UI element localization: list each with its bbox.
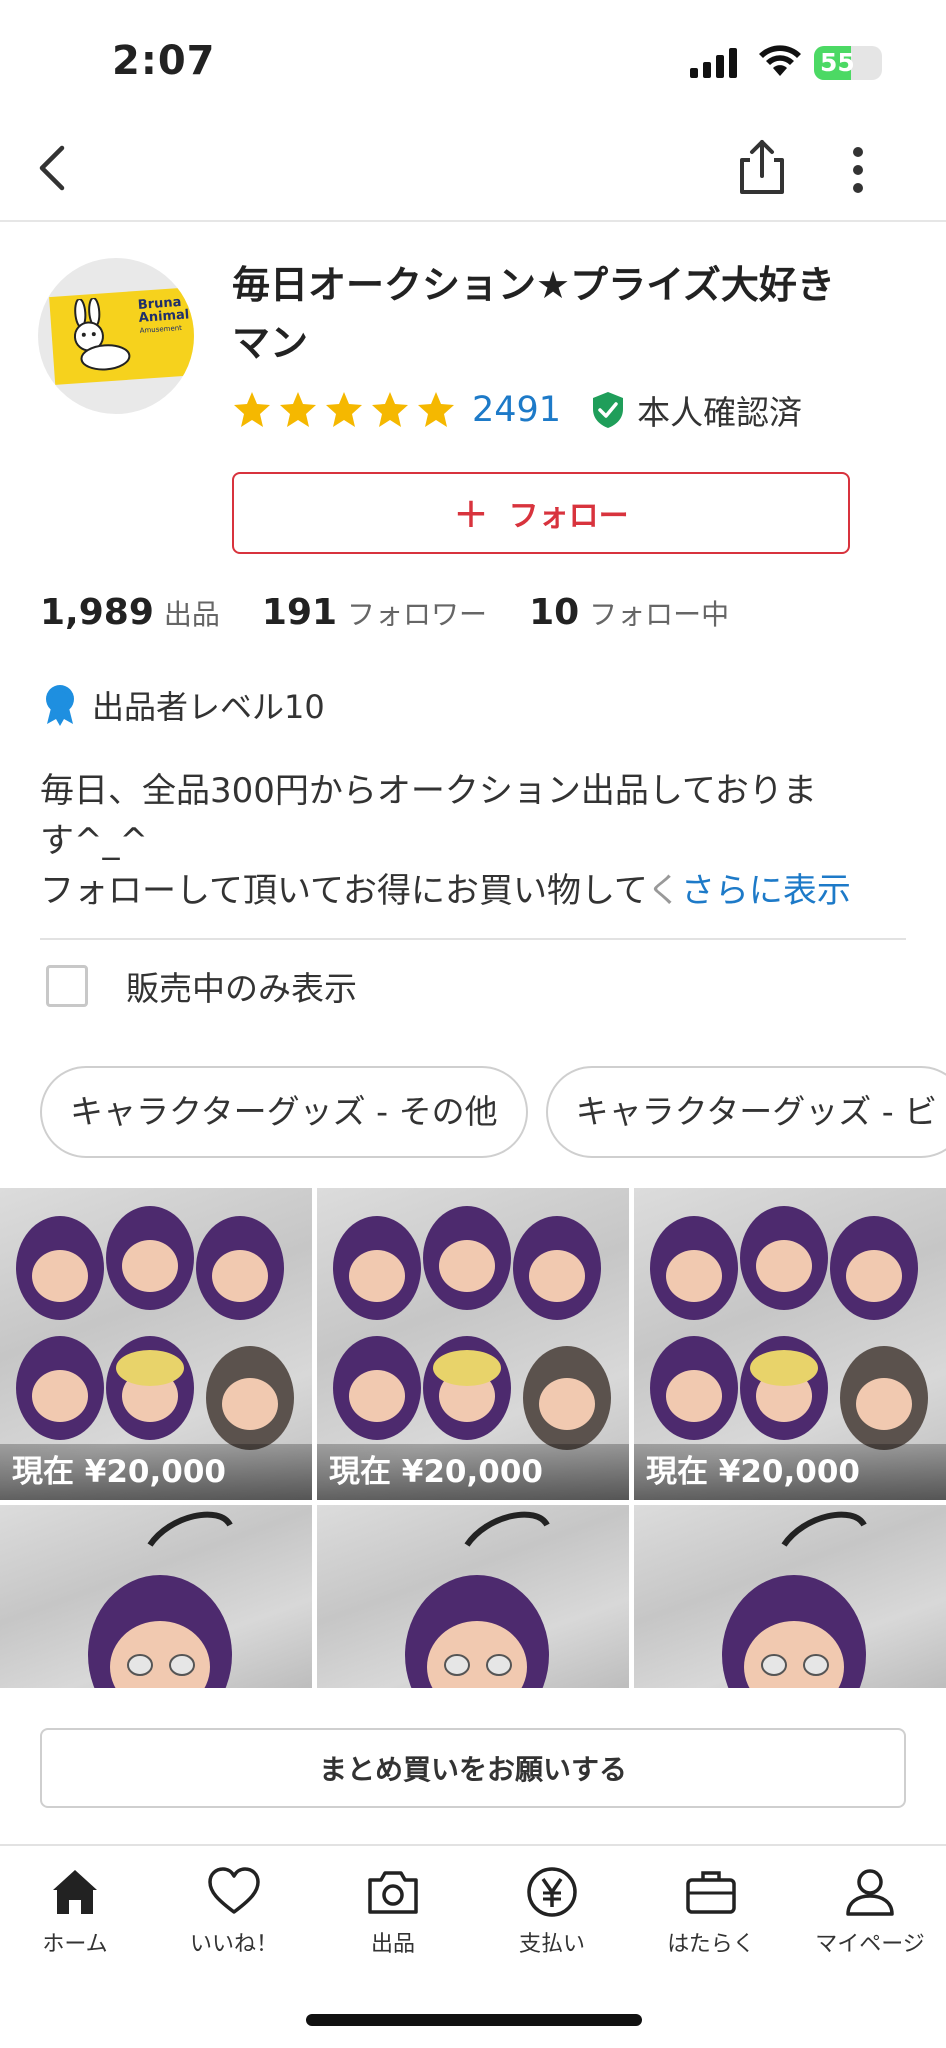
stats-row: 1,989 出品 191 フォロワー 10 フォロー中 <box>40 592 771 644</box>
share-icon[interactable] <box>734 136 790 198</box>
stat-followers[interactable]: 191 フォロワー <box>262 592 487 633</box>
battery-percent: 55 <box>820 48 855 77</box>
cellular-signal-icon <box>690 48 737 78</box>
rating-row[interactable]: 2491 本人確認済 <box>232 386 802 434</box>
shop-name: 毎日オークション★プライズ大好きマン <box>232 263 835 365</box>
item-tile[interactable]: 現在 ¥20,000 <box>0 1188 312 1500</box>
category-chip[interactable]: キャラクターグッズ - その他 <box>40 1066 528 1158</box>
item-photo <box>722 1511 867 1688</box>
plus-icon: + <box>453 488 489 537</box>
star-icon <box>234 392 270 427</box>
description-line: 毎日、全品300円からオークション出品しておりま <box>40 771 817 811</box>
seller-level-label: 出品者レベル10 <box>92 688 325 726</box>
shop-description: 毎日、全品300円からオークション出品しておりま す^_^ フォローして頂いてお… <box>40 766 910 916</box>
more-options-icon[interactable] <box>838 140 878 200</box>
show-more-link[interactable]: さらに表示 <box>681 871 851 911</box>
battery-icon: 55 <box>814 46 882 80</box>
follow-button[interactable]: + フォロー <box>232 472 850 554</box>
item-price: 現在 ¥20,000 <box>634 1444 946 1500</box>
stat-number: 10 <box>529 592 580 633</box>
shield-check-icon <box>593 392 624 428</box>
tab-sell[interactable]: 出品 <box>314 1864 472 1958</box>
stat-label: 出品 <box>163 598 220 631</box>
star-icon <box>326 392 362 427</box>
award-badge-icon <box>46 685 74 726</box>
tab-work[interactable]: はたらく <box>632 1864 790 1958</box>
avatar[interactable]: Bruna Animal Amusement <box>38 258 194 414</box>
on-sale-filter[interactable]: 販売中のみ表示 <box>46 962 357 1010</box>
tab-label: 出品 <box>370 1932 415 1957</box>
item-tile[interactable] <box>634 1505 946 1688</box>
rating-stars <box>232 390 456 430</box>
description-truncation: く <box>646 871 681 911</box>
status-bar: 2:07 55 <box>0 0 946 120</box>
star-icon <box>280 392 316 427</box>
item-price: 現在 ¥20,000 <box>317 1444 629 1500</box>
navigation-bar <box>0 120 946 222</box>
tab-label: 支払い <box>518 1932 585 1957</box>
verified-label: 本人確認済 <box>637 393 803 432</box>
stat-label: フォロワー <box>347 598 488 631</box>
description-line: フォローして頂いてお得にお買い物してくさらに表示 <box>40 866 910 916</box>
tab-label: マイページ <box>815 1932 925 1957</box>
heart-icon <box>208 1867 260 1914</box>
item-photo <box>405 1511 550 1688</box>
home-indicator <box>306 2014 642 2026</box>
item-price: 現在 ¥20,000 <box>0 1444 312 1500</box>
star-icon <box>418 392 454 427</box>
briefcase-icon <box>686 1871 736 1914</box>
on-sale-checkbox[interactable] <box>46 965 88 1007</box>
description-line-text: フォローして頂いてお得にお買い物して <box>40 871 647 911</box>
on-sale-label: 販売中のみ表示 <box>126 969 357 1008</box>
item-tile[interactable]: 現在 ¥20,000 <box>634 1188 946 1500</box>
camera-icon <box>368 1871 418 1914</box>
bulk-purchase-button[interactable]: まとめ買いをお願いする <box>40 1728 906 1808</box>
stat-following[interactable]: 10 フォロー中 <box>529 592 729 633</box>
stat-label: フォロー中 <box>589 598 730 631</box>
item-tile[interactable] <box>0 1505 312 1688</box>
bunny-icon <box>73 297 131 371</box>
tab-home[interactable]: ホーム <box>0 1864 154 1958</box>
status-time: 2:07 <box>112 38 216 84</box>
item-tile[interactable] <box>317 1505 629 1688</box>
verified-badge: 本人確認済 <box>591 386 802 434</box>
tab-likes[interactable]: いいね！ <box>155 1864 313 1958</box>
item-tile[interactable]: 現在 ¥20,000 <box>317 1188 629 1500</box>
wifi-icon <box>759 45 801 76</box>
divider <box>40 938 906 940</box>
description-line: す^_^ <box>40 821 148 861</box>
back-chevron-icon[interactable] <box>26 138 86 198</box>
yen-icon <box>527 1867 577 1917</box>
home-icon <box>53 1870 97 1914</box>
category-chips: キャラクターグッズ - その他 キャラクターグッズ - ビ <box>40 1066 946 1158</box>
person-icon <box>846 1869 894 1916</box>
stat-listings[interactable]: 1,989 出品 <box>40 592 220 633</box>
tab-label: はたらく <box>667 1932 755 1957</box>
tab-mypage[interactable]: マイページ <box>791 1864 946 1958</box>
rating-count[interactable]: 2491 <box>472 390 561 430</box>
tab-label: いいね！ <box>189 1932 278 1957</box>
avatar-brand-text: Bruna Animal Amusement <box>137 294 190 335</box>
stat-number: 191 <box>261 592 338 633</box>
stat-number: 1,989 <box>40 592 154 633</box>
tab-label: ホーム <box>42 1932 108 1957</box>
seller-level[interactable]: 出品者レベル10 <box>42 682 325 728</box>
follow-label: フォロー <box>508 499 629 534</box>
star-icon <box>372 392 408 427</box>
avatar-card: Bruna Animal Amusement <box>49 287 194 385</box>
item-photo <box>88 1511 233 1688</box>
tab-payments[interactable]: 支払い <box>473 1864 631 1958</box>
category-chip[interactable]: キャラクターグッズ - ビ <box>545 1066 946 1158</box>
